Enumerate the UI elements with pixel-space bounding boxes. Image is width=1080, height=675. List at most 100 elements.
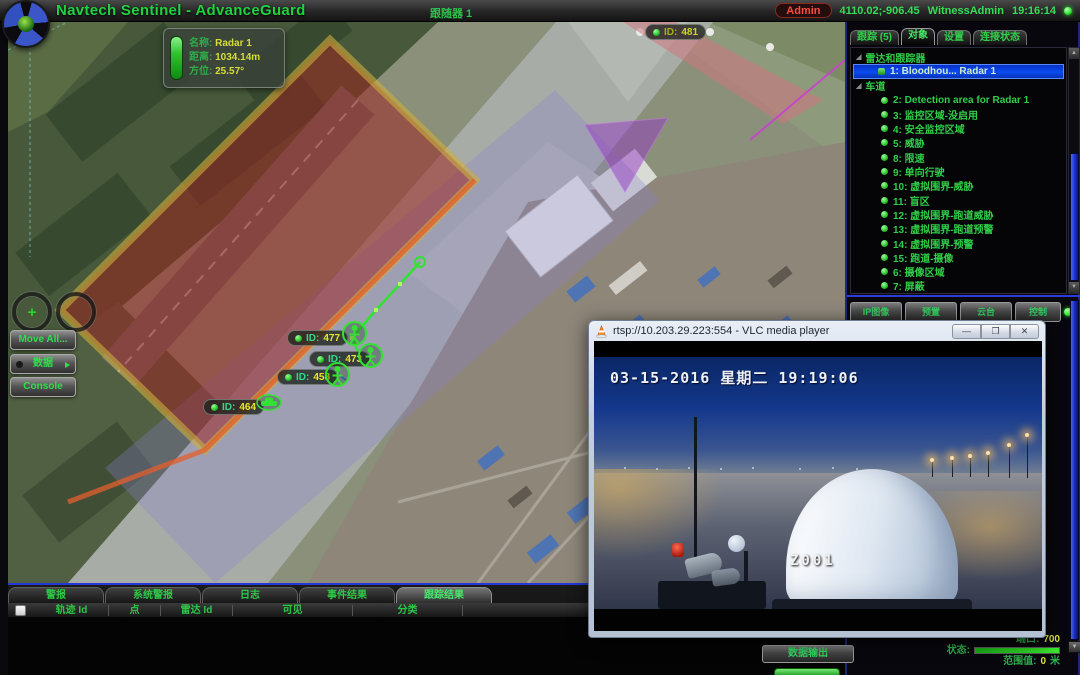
track-label-481[interactable]: ID: 481 (645, 24, 706, 40)
column-visible[interactable]: 可见 (233, 605, 353, 616)
street-lamp-light (930, 458, 934, 462)
tree-item-11[interactable]: 11: 盲区 (851, 193, 1066, 207)
object-tree: ◢雷达和跟踪器 1: Bloodhou... Radar 1 ◢车道 2: De… (850, 47, 1067, 294)
expander-icon[interactable]: ◢ (856, 82, 861, 90)
tab-alerts[interactable]: 警报 (8, 587, 104, 603)
tree-scrollbar[interactable]: ▲ ▼ (1068, 47, 1080, 294)
tab-tracking[interactable]: 跟踪 (5) (850, 30, 899, 45)
street-lamp-light (968, 454, 972, 458)
vlc-title-text: rtsp://10.203.29.223:554 - VLC media pla… (613, 325, 829, 337)
tab-system-alerts[interactable]: 系统警报 (105, 587, 201, 603)
tree-item-3[interactable]: 3: 监控区域-没启用 (851, 107, 1066, 121)
expander-icon[interactable]: ◢ (856, 53, 861, 61)
track-id-value: 464 (239, 402, 256, 413)
scroll-down-icon[interactable]: ▼ (1068, 641, 1080, 653)
tree-item-15[interactable]: 15: 跑道-摄像 (851, 250, 1066, 264)
scroll-up-icon[interactable]: ▲ (1069, 48, 1079, 59)
range-value: 1034.14m (215, 52, 260, 63)
scroll-down-icon[interactable]: ▼ (1069, 282, 1079, 293)
console-button[interactable]: Console (10, 377, 76, 397)
street-lamp-light (950, 456, 954, 460)
tree-item-5[interactable]: 5: 威胁 (851, 136, 1066, 150)
tab-settings[interactable]: 设置 (937, 30, 971, 45)
track-label-477[interactable]: ID: 477 (287, 330, 348, 346)
state-progress-bar (974, 647, 1060, 654)
port-value: 700 (1043, 634, 1060, 645)
tree-item-9[interactable]: 9: 单向行驶 (851, 164, 1066, 178)
tab-event-results[interactable]: 事件结果 (299, 587, 395, 603)
tooltip-bearing-row: 方位: 25.57° (189, 65, 260, 79)
track-label-464[interactable]: ID: 464 (203, 399, 264, 415)
tree-item-10[interactable]: 10: 虚拟围界-威胁 (851, 179, 1066, 193)
leaf-icon (881, 154, 888, 161)
tree-label: 7: 屏蔽 (893, 278, 925, 293)
tree-label: 14: 虚拟围界-预警 (893, 236, 974, 251)
zoom-out-ring-button[interactable] (56, 292, 96, 332)
confirm-button[interactable] (774, 668, 840, 675)
tree-item-12[interactable]: 12: 虚拟围界-跑道威胁 (851, 207, 1066, 221)
lamp-pole (1009, 446, 1010, 478)
record-dot-icon (16, 361, 23, 368)
tab-log[interactable]: 日志 (202, 587, 298, 603)
select-all-checkbox[interactable] (15, 605, 26, 616)
tree-item-4[interactable]: 4: 安全监控区域 (851, 121, 1066, 135)
admin-badge[interactable]: Admin (775, 3, 831, 18)
tree-item-7[interactable]: 7: 屏蔽 (851, 279, 1066, 293)
data-output-button[interactable]: 数据输出 (762, 645, 854, 663)
street-lamp-light (986, 451, 990, 455)
camera-button-2[interactable]: 预置 (905, 302, 957, 322)
camera-button-4[interactable]: 控制 (1015, 302, 1061, 322)
distant-light (832, 467, 834, 469)
leaf-icon (881, 125, 888, 132)
street-lamp-light (1025, 433, 1029, 437)
camera-button-3[interactable]: 云台 (960, 302, 1012, 322)
tree-group-radars[interactable]: ◢雷达和跟踪器 (851, 50, 1066, 64)
track-id-prefix: ID: (222, 402, 235, 413)
tree-label: 5: 威胁 (893, 135, 925, 150)
plus-icon: + (28, 304, 37, 321)
panel-scrollbar[interactable] (1070, 300, 1079, 640)
range-unit: 米 (1050, 656, 1060, 667)
tab-connection-status[interactable]: 连接状态 (973, 30, 1027, 45)
tree-label: 2: Detection area for Radar 1 (893, 95, 1029, 106)
track-dot-icon (653, 29, 660, 36)
tree-item-2[interactable]: 2: Detection area for Radar 1 (851, 93, 1066, 107)
vlc-window-buttons: — ❐ ✕ (952, 324, 1039, 339)
data-button[interactable]: 数据 (10, 354, 76, 374)
cursor-coordinates: 4110.02;-906.45 (840, 5, 920, 17)
leaf-icon (881, 282, 888, 289)
close-button[interactable]: ✕ (1010, 324, 1039, 339)
column-track-id[interactable]: 轨迹 Id (35, 605, 109, 616)
tab-track-results[interactable]: 跟踪结果 (396, 587, 492, 603)
camera-video-feed[interactable]: Z001 03-15-2016 星期二 19:19:06 (594, 341, 1042, 631)
tree-item-13[interactable]: 13: 虚拟围界-跑道预警 (851, 222, 1066, 236)
data-label: 数据 (33, 358, 53, 369)
tree-item-6[interactable]: 6: 摄像区域 (851, 264, 1066, 278)
leaf-icon (881, 182, 888, 189)
tab-objects[interactable]: 对象 (901, 28, 935, 45)
scrollbar-thumb[interactable] (1070, 153, 1079, 281)
column-radar-id[interactable]: 雷达 Id (161, 605, 233, 616)
vlc-window[interactable]: rtsp://10.203.29.223:554 - VLC media pla… (588, 320, 1046, 638)
camera-position-label: Z001 (790, 553, 836, 569)
tree-label: 4: 安全监控区域 (893, 121, 965, 136)
radar-tooltip: 名称: Radar 1 距离: 1034.14m 方位: 25.57° (163, 28, 285, 88)
column-points[interactable]: 点 (109, 605, 161, 616)
maximize-button[interactable]: ❐ (981, 324, 1010, 339)
tree-group-lanes[interactable]: ◢车道 (851, 79, 1066, 93)
title-bar: Navtech Sentinel - AdvanceGuard 跟随器 1 Ad… (0, 0, 1080, 22)
light-glow (594, 469, 724, 559)
video-timestamp: 03-15-2016 星期二 19:19:06 (610, 367, 859, 388)
column-classification[interactable]: 分类 (353, 605, 463, 616)
minimize-button[interactable]: — (952, 324, 981, 339)
zoom-in-ring-button[interactable]: + (12, 292, 52, 332)
console-label: Console (23, 381, 62, 392)
lamp-pole (988, 454, 989, 477)
camera-button-1[interactable]: IP图像 (850, 302, 902, 322)
tree-item-8[interactable]: 8: 限速 (851, 150, 1066, 164)
antenna-pole (694, 417, 697, 575)
tree-item-14[interactable]: 14: 虚拟围界-预警 (851, 236, 1066, 250)
move-all-button[interactable]: Move All... (10, 330, 76, 350)
right-panel-tabs: 跟踪 (5) 对象 设置 连接状态 (850, 28, 1027, 45)
tree-item-radar1[interactable]: 1: Bloodhou... Radar 1 (853, 64, 1064, 78)
